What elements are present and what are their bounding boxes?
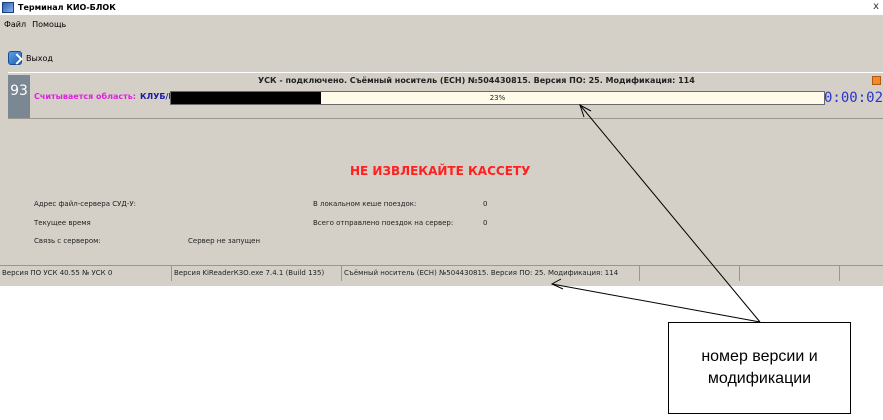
local-cache-value: 0 <box>483 200 488 208</box>
elapsed-timer: 0:00:02 <box>824 90 883 106</box>
status-bar: Версия ПО УСК 40.55 № УСК 0 Версия KiRea… <box>0 265 883 281</box>
application-window: Терминал КИО-БЛОК x Файл Помощь Выход 93… <box>0 0 883 286</box>
callout-line-2: модификации <box>707 370 812 387</box>
current-time-label: Текущее время <box>34 219 91 227</box>
menu-help[interactable]: Помощь <box>32 20 66 29</box>
counter-badge: 93 <box>8 75 30 118</box>
server-address-label: Адрес файл-сервера СУД-У: <box>34 200 137 208</box>
alert-icon[interactable] <box>872 76 881 85</box>
exit-icon[interactable] <box>8 51 22 65</box>
menu-bar: Файл Помощь <box>0 16 883 32</box>
progress-text: 23% <box>489 94 506 102</box>
sent-trips-label: Всего отправлено поездок на сервер: <box>313 219 454 227</box>
warning-message: НЕ ИЗВЛЕКАЙТЕ КАССЕТУ <box>350 164 531 178</box>
title-bar: Терминал КИО-БЛОК x <box>0 0 883 15</box>
arrow-to-statusbar <box>551 283 761 323</box>
server-link-label: Связь с сервером: <box>34 237 101 245</box>
sent-trips-value: 0 <box>483 219 488 227</box>
read-area-label: Считывается область: <box>34 92 137 101</box>
close-icon[interactable]: x <box>873 1 879 12</box>
statusbar-usk-version: Версия ПО УСК 40.55 № УСК 0 <box>0 266 172 281</box>
menu-file[interactable]: Файл <box>4 20 26 29</box>
statusbar-empty-2 <box>740 266 840 281</box>
local-cache-label: В локальном кеше поездок: <box>313 200 417 208</box>
statusbar-reader-version: Версия KiReaderКЗО.exe 7.4.1 (Build 135) <box>172 266 342 281</box>
statusbar-empty-1 <box>640 266 740 281</box>
callout-box: номер версии и модификации <box>668 322 851 414</box>
toolbar: Выход <box>0 48 883 68</box>
app-icon <box>2 2 14 13</box>
connection-status: УСК - подключено. Съёмный носитель (ECH)… <box>258 76 695 85</box>
statusbar-media-version: Съёмный носитель (ECH) №504430815. Верси… <box>342 266 640 281</box>
progress-bar: 23% <box>170 91 825 105</box>
server-link-value: Сервер не запущен <box>188 237 261 245</box>
statusbar-empty-3 <box>840 266 883 281</box>
exit-button[interactable]: Выход <box>26 54 53 63</box>
callout-line-1: номер версии и <box>701 348 818 365</box>
window-title: Терминал КИО-БЛОК <box>18 3 116 12</box>
